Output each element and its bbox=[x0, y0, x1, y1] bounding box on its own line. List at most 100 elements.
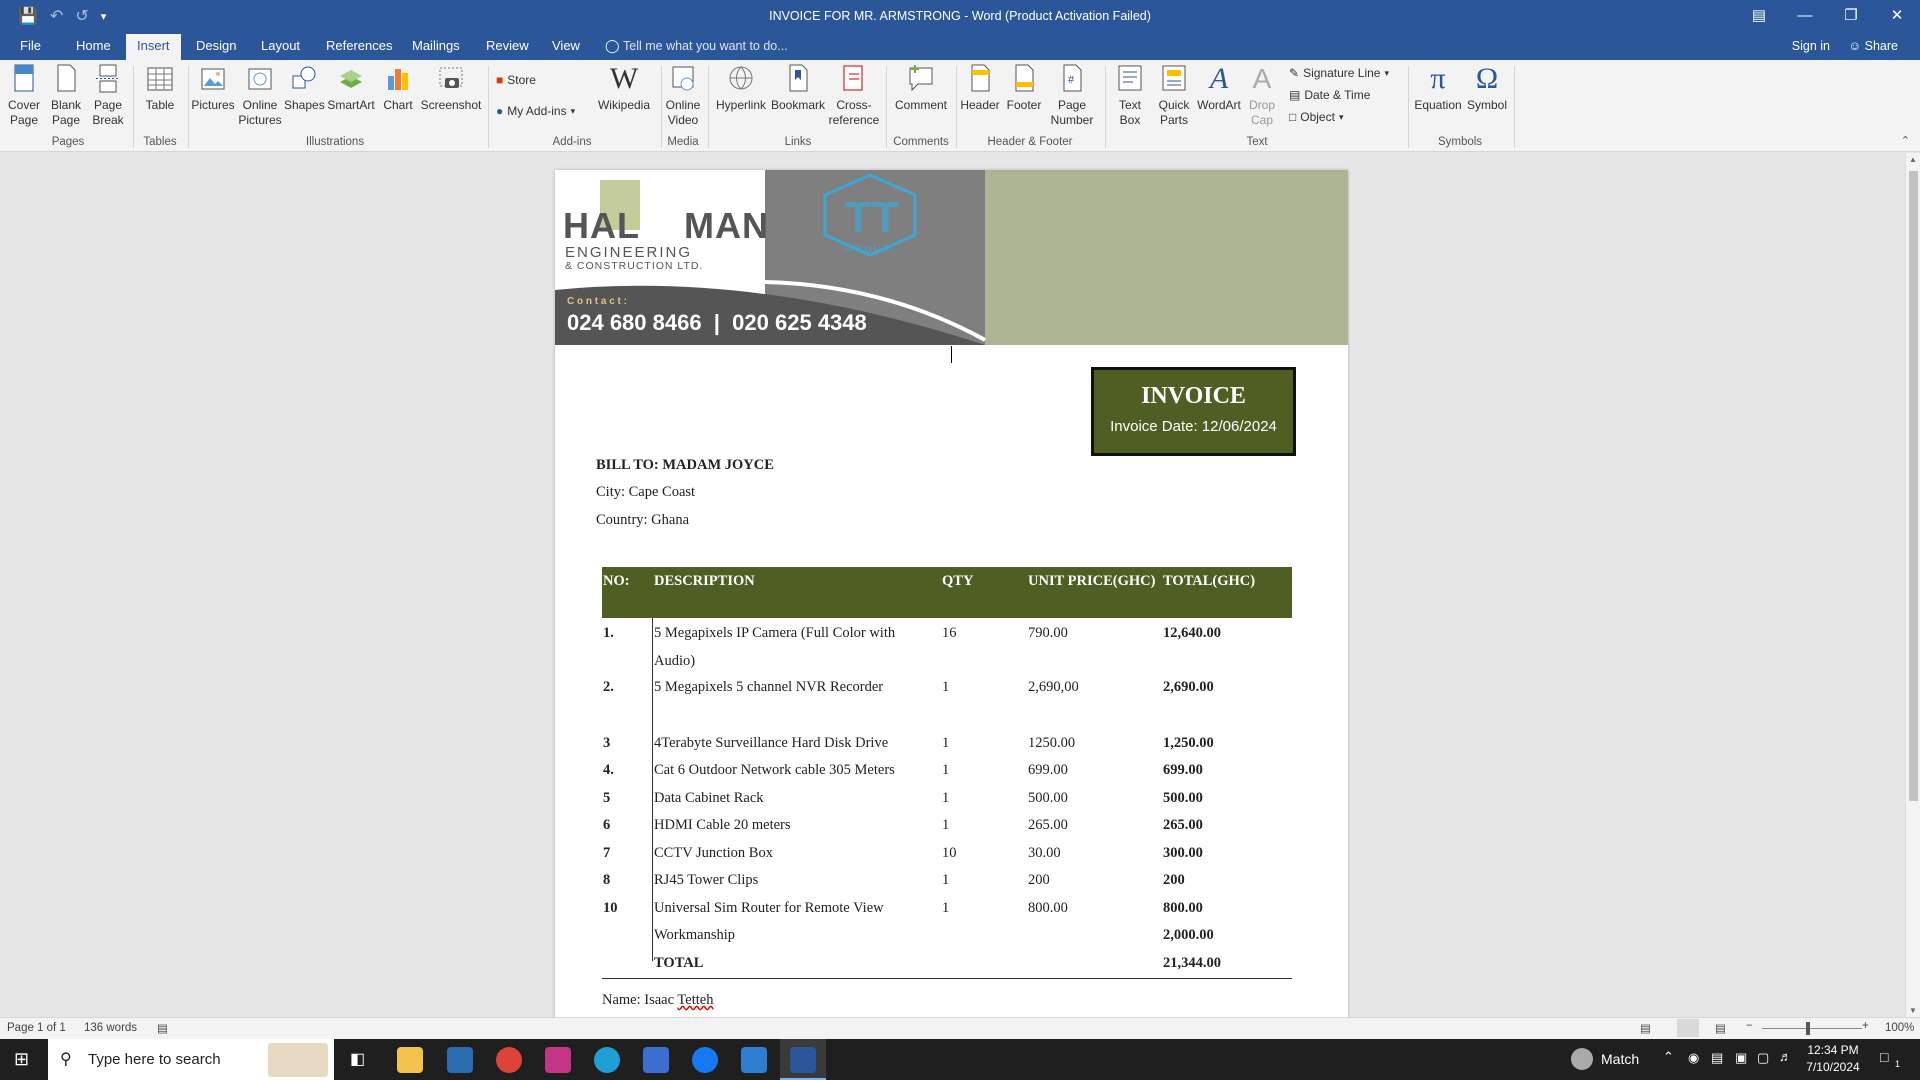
svg-text:#: # bbox=[1068, 74, 1075, 86]
volume-icon[interactable]: ♬ bbox=[1779, 1049, 1792, 1064]
date-time-button[interactable]: ▤ Date & Time bbox=[1289, 88, 1370, 102]
signature-line-button[interactable]: ✎ Signature Line ▾ bbox=[1289, 66, 1389, 80]
close-button[interactable]: ✕ bbox=[1874, 0, 1920, 34]
tray-security-icon[interactable]: ▣ bbox=[1735, 1050, 1747, 1066]
file-explorer-icon[interactable] bbox=[397, 1047, 423, 1073]
screenshot-button[interactable]: Screenshot bbox=[420, 62, 482, 113]
scroll-up-icon[interactable]: ▲ bbox=[1909, 155, 1917, 164]
tab-review[interactable]: Review bbox=[486, 38, 529, 53]
col-qty-header: QTY bbox=[942, 573, 974, 589]
chart-button[interactable]: Chart bbox=[378, 62, 418, 113]
store-taskbar-icon[interactable] bbox=[643, 1047, 669, 1073]
tell-me-input[interactable]: Tell me what you want to do... bbox=[623, 39, 788, 53]
document-page[interactable]: HAL MAN ENGINEERING & CONSTRUCTION LTD. T… bbox=[555, 170, 1348, 1017]
sign-in-link[interactable]: Sign in bbox=[1792, 39, 1830, 53]
taskbar-search-box[interactable]: ⚲ Type here to search bbox=[48, 1039, 334, 1080]
table-icon bbox=[147, 67, 173, 91]
smartart-button[interactable]: SmartArt bbox=[327, 62, 375, 113]
text-box-label: Text Box bbox=[1118, 98, 1141, 127]
cover-page-button[interactable]: Cover Page bbox=[6, 62, 42, 128]
instagram-icon[interactable] bbox=[545, 1047, 571, 1073]
row-no: 10 bbox=[603, 900, 618, 916]
online-pictures-button[interactable]: Online Pictures bbox=[238, 62, 282, 128]
bookmark-button[interactable]: Bookmark bbox=[770, 62, 826, 113]
word-count[interactable]: 136 words bbox=[84, 1022, 137, 1034]
row-unit: 790.00 bbox=[1028, 625, 1068, 641]
vertical-scrollbar[interactable]: ▲ ▼ bbox=[1905, 153, 1920, 1017]
tab-view[interactable]: View bbox=[552, 38, 580, 53]
scrollbar-thumb[interactable] bbox=[1909, 171, 1918, 801]
share-button[interactable]: ☺ Share bbox=[1848, 39, 1898, 53]
footer-button[interactable]: Footer bbox=[1002, 62, 1046, 113]
equation-button[interactable]: π Equation bbox=[1412, 62, 1464, 113]
pictures-button[interactable]: Pictures bbox=[191, 62, 235, 113]
zoom-slider-track[interactable] bbox=[1762, 1028, 1862, 1029]
windows-start-icon[interactable]: ⊞ bbox=[14, 1049, 29, 1070]
tray-app-icon[interactable]: ◉ bbox=[1688, 1050, 1699, 1066]
screenshot-label: Screenshot bbox=[420, 98, 482, 112]
zoom-out-icon[interactable]: − bbox=[1746, 1020, 1753, 1032]
weather-label[interactable]: Match bbox=[1601, 1051, 1639, 1067]
table-button[interactable]: Table bbox=[142, 62, 178, 113]
collapse-ribbon-icon[interactable]: ⌃ bbox=[1901, 134, 1910, 147]
app-icon[interactable] bbox=[741, 1047, 767, 1073]
ribbon-display-icon[interactable]: ▤ bbox=[1736, 0, 1782, 34]
online-video-button[interactable]: Online Video bbox=[662, 62, 704, 128]
restore-button[interactable]: ❐ bbox=[1828, 0, 1874, 34]
shapes-button[interactable]: Shapes bbox=[284, 62, 325, 113]
bill-to-city: City: Cape Coast bbox=[596, 484, 696, 500]
scroll-down-icon[interactable]: ▼ bbox=[1909, 1006, 1917, 1015]
symbol-button[interactable]: Ω Symbol bbox=[1464, 62, 1510, 113]
zoom-in-icon[interactable]: + bbox=[1862, 1020, 1869, 1032]
tab-file[interactable]: File bbox=[20, 38, 41, 53]
facebook-icon[interactable] bbox=[692, 1047, 718, 1073]
tab-insert[interactable]: Insert bbox=[126, 34, 181, 60]
clock-date[interactable]: 7/10/2024 bbox=[1797, 1060, 1869, 1074]
tray-device-icon[interactable]: ▤ bbox=[1711, 1050, 1723, 1066]
row-desc: 5 Megapixels 5 channel NVR Recorder bbox=[654, 679, 884, 695]
weather-icon[interactable] bbox=[1571, 1048, 1593, 1070]
blank-page-button[interactable]: Blank Page bbox=[48, 62, 84, 128]
tab-mailings[interactable]: Mailings bbox=[412, 38, 460, 53]
quick-parts-button[interactable]: Quick Parts bbox=[1152, 62, 1196, 128]
comment-button[interactable]: Comment bbox=[892, 62, 950, 113]
header-icon bbox=[971, 64, 990, 92]
network-icon[interactable]: ▢ bbox=[1757, 1050, 1769, 1066]
web-layout-icon[interactable]: ▤ bbox=[1715, 1021, 1726, 1035]
zoom-slider-thumb[interactable] bbox=[1806, 1022, 1810, 1035]
my-addins-button[interactable]: ● My Add-ins ▾ bbox=[496, 104, 575, 118]
store-button[interactable]: ■ Store bbox=[496, 73, 536, 87]
object-button[interactable]: □ Object ▾ bbox=[1289, 110, 1343, 124]
tab-home[interactable]: Home bbox=[76, 38, 111, 53]
minimize-button[interactable]: — bbox=[1782, 0, 1828, 34]
wordart-button[interactable]: A WordArt bbox=[1196, 62, 1242, 113]
page-number-button[interactable]: # Page Number bbox=[1046, 62, 1098, 128]
equation-label: Equation bbox=[1414, 98, 1462, 112]
proofing-icon[interactable]: ▤ bbox=[157, 1021, 168, 1035]
hyperlink-button[interactable]: Hyperlink bbox=[713, 62, 769, 113]
cross-reference-button[interactable]: Cross- reference bbox=[826, 62, 882, 128]
tray-chevron-icon[interactable]: ⌃ bbox=[1663, 1049, 1674, 1065]
wikipedia-button[interactable]: W Wikipedia bbox=[596, 62, 652, 113]
text-box-button[interactable]: Text Box bbox=[1108, 62, 1152, 128]
clock-time[interactable]: 12:34 PM bbox=[1797, 1043, 1869, 1057]
drop-cap-button[interactable]: A Drop Cap bbox=[1242, 62, 1282, 128]
page-count[interactable]: Page 1 of 1 bbox=[7, 1022, 66, 1034]
tab-layout[interactable]: Layout bbox=[261, 38, 300, 53]
mail-icon[interactable] bbox=[447, 1047, 473, 1073]
chrome-icon[interactable] bbox=[496, 1047, 522, 1073]
header-label: Header bbox=[960, 98, 1000, 112]
print-layout-icon[interactable] bbox=[1677, 1019, 1699, 1037]
edge-icon[interactable] bbox=[594, 1047, 620, 1073]
read-mode-icon[interactable]: ▤ bbox=[1640, 1021, 1651, 1035]
wikipedia-label: Wikipedia bbox=[597, 98, 651, 112]
tab-design[interactable]: Design bbox=[196, 38, 236, 53]
page-break-button[interactable]: Page Break bbox=[90, 62, 126, 128]
zoom-level[interactable]: 100% bbox=[1885, 1022, 1914, 1034]
task-view-icon[interactable]: ◧ bbox=[350, 1049, 365, 1069]
tab-references[interactable]: References bbox=[326, 38, 392, 53]
word-taskbar-button[interactable] bbox=[780, 1039, 826, 1080]
header-button[interactable]: Header bbox=[958, 62, 1002, 113]
company-name-part2: MAN bbox=[684, 205, 769, 246]
notification-icon[interactable]: □ bbox=[1880, 1049, 1888, 1065]
